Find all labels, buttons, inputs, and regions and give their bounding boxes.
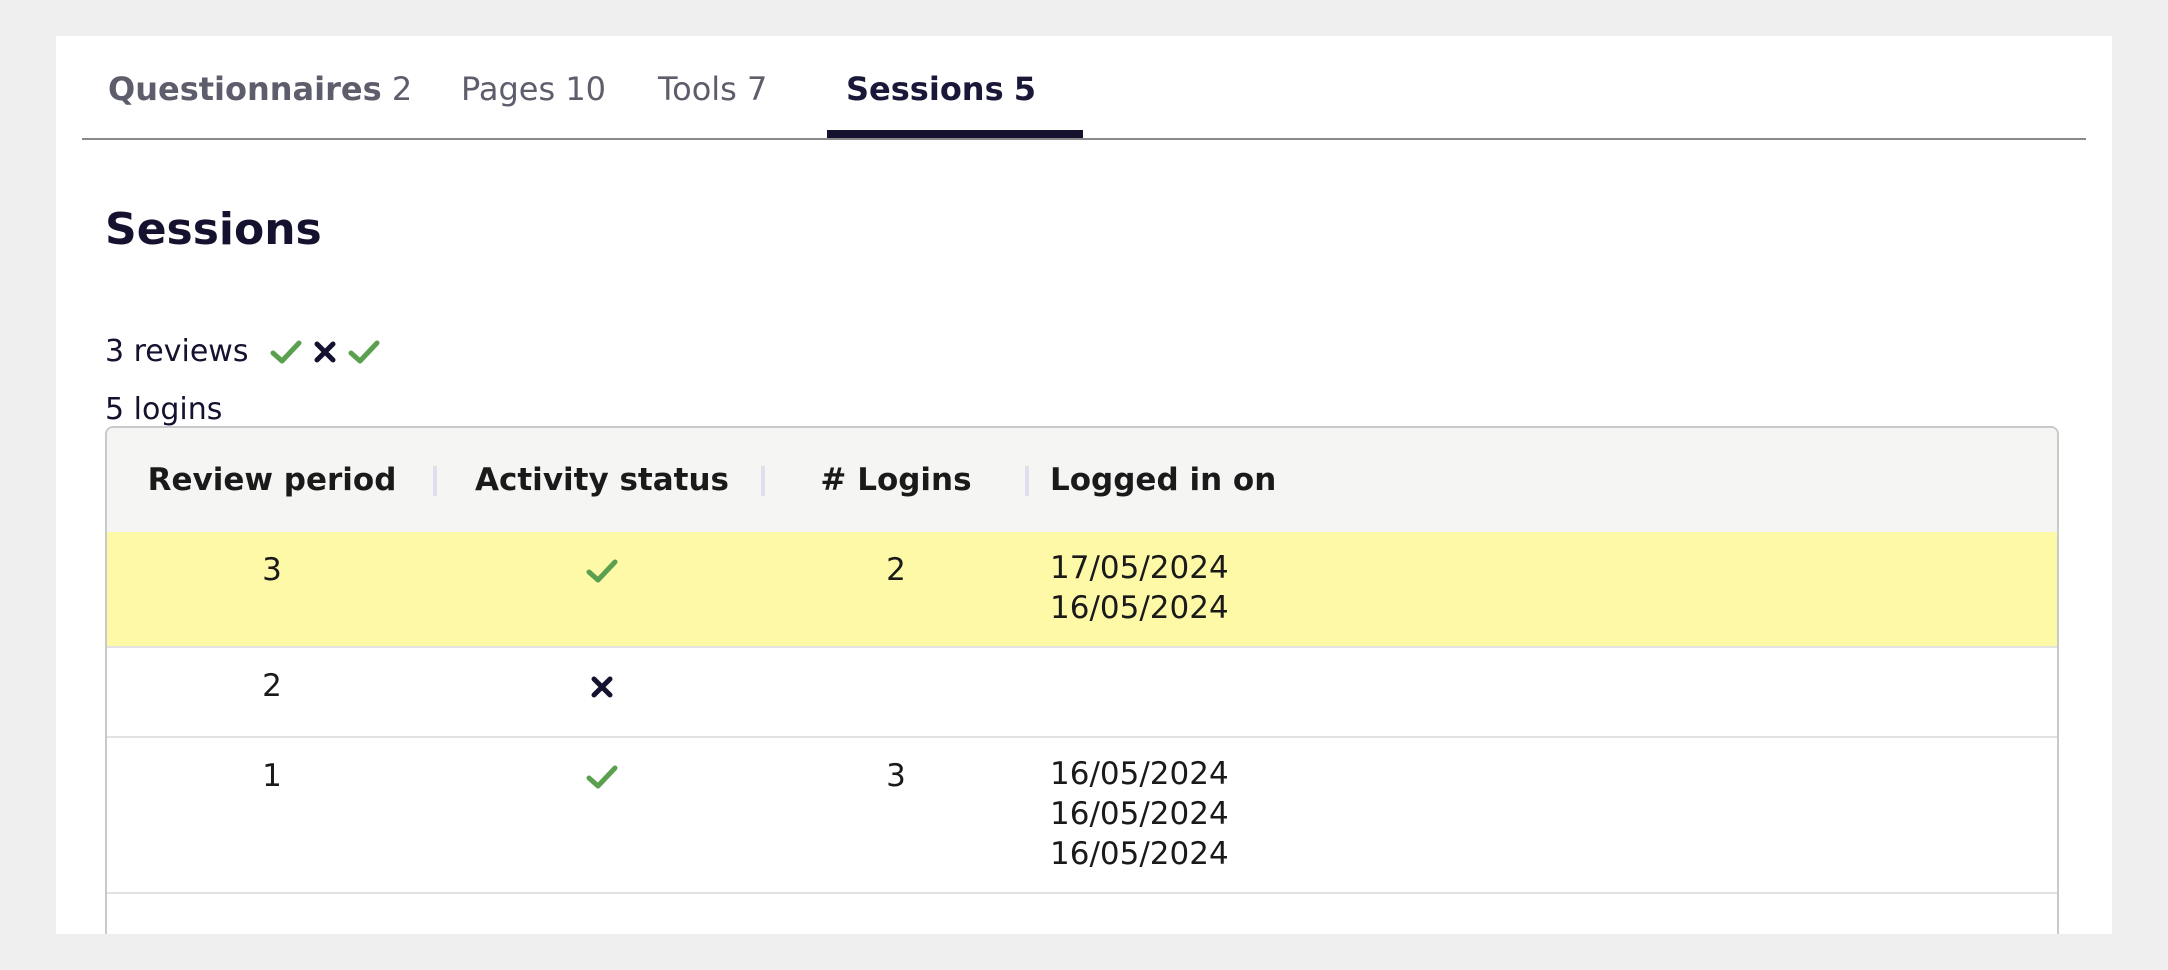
review-period-cell: 1	[262, 758, 282, 794]
tab-label: Questionnaires	[108, 70, 382, 108]
reviews-count: 3 reviews	[105, 334, 249, 369]
active-tab-indicator	[827, 130, 1083, 138]
check-icon	[270, 340, 302, 363]
table-row[interactable]: 1 3 16/05/2024 16/05/2024 16/05/2024	[107, 738, 2057, 894]
tab-count: 5	[1013, 70, 1037, 108]
page-title: Sessions	[105, 204, 322, 255]
tab-count: 10	[565, 70, 607, 108]
activity-status-cell	[437, 672, 767, 708]
sessions-panel: Questionnaires 2 Pages 10 Tools 7 Sessio…	[56, 36, 2112, 934]
login-date: 16/05/2024	[1050, 836, 1229, 872]
check-icon	[586, 559, 618, 583]
table-row[interactable]: 3 2 17/05/2024 16/05/2024	[107, 532, 2057, 648]
logins-count-cell: 2	[886, 552, 906, 588]
review-period-cell: 3	[262, 552, 282, 588]
column-header-logins[interactable]: # Logins	[765, 462, 1027, 498]
sessions-table: Review period Activity status # Logins L…	[105, 426, 2059, 934]
logins-count-cell: 3	[886, 758, 906, 794]
review-period-cell: 2	[262, 668, 282, 704]
login-date: 16/05/2024	[1050, 756, 1229, 792]
login-date: 16/05/2024	[1050, 590, 1229, 626]
tab-pages[interactable]: Pages 10	[461, 70, 606, 108]
table-row[interactable]: 2	[107, 648, 2057, 738]
tab-tools[interactable]: Tools 7	[658, 70, 767, 108]
table-header: Review period Activity status # Logins L…	[107, 428, 2057, 534]
logins-summary: 5 logins	[105, 392, 223, 427]
cross-icon	[314, 341, 336, 362]
login-date: 17/05/2024	[1050, 550, 1229, 586]
tab-label: Sessions	[846, 70, 1004, 108]
login-date: 16/05/2024	[1050, 796, 1229, 832]
logged-in-dates-cell: 17/05/2024 16/05/2024	[1050, 548, 1229, 628]
column-header-logged-in-on[interactable]: Logged in on	[1050, 462, 1276, 498]
tab-questionnaires[interactable]: Questionnaires 2	[108, 70, 412, 108]
activity-status-cell	[437, 762, 767, 798]
cross-icon	[591, 676, 613, 698]
tab-label: Pages	[461, 70, 556, 108]
column-divider[interactable]	[1025, 466, 1029, 496]
logged-in-dates-cell: 16/05/2024 16/05/2024 16/05/2024	[1050, 754, 1229, 874]
tab-sessions[interactable]: Sessions 5	[846, 70, 1036, 108]
tab-count: 7	[747, 70, 768, 108]
column-header-activity-status[interactable]: Activity status	[437, 462, 767, 498]
check-icon	[586, 765, 618, 789]
activity-status-cell	[437, 556, 767, 592]
check-icon	[348, 340, 380, 363]
tab-bar: Questionnaires 2 Pages 10 Tools 7 Sessio…	[82, 36, 2086, 140]
tab-count: 2	[391, 70, 413, 108]
column-header-review-period[interactable]: Review period	[107, 462, 437, 498]
tab-label: Tools	[658, 70, 737, 108]
reviews-summary: 3 reviews	[105, 334, 380, 369]
